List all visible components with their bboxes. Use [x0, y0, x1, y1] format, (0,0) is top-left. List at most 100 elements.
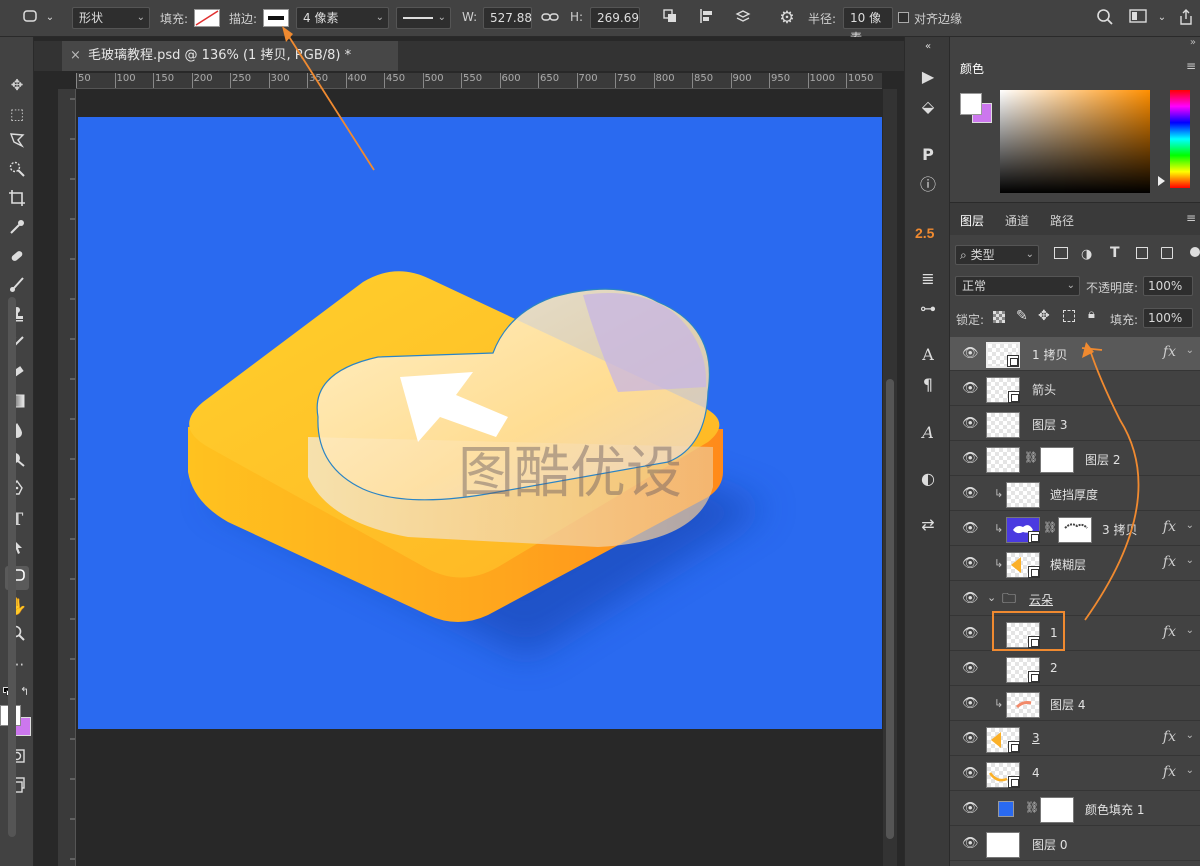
visibility-eye-icon[interactable]: 👁︎	[962, 346, 979, 361]
rounded-rectangle-tool-icon[interactable]	[20, 8, 40, 28]
layer-row[interactable]: 👁︎ ↳ ⛓︎ 3 拷贝 fx ⌄	[950, 512, 1200, 546]
character-icon[interactable]: A	[916, 343, 940, 367]
color-foreground-swatch[interactable]	[960, 93, 982, 115]
fill-swatch[interactable]	[194, 9, 220, 27]
gear-icon[interactable]: ⚙	[777, 8, 797, 28]
layer-row[interactable]: 👁︎ 1 fx ⌄	[950, 611, 1200, 651]
visibility-eye-icon[interactable]: 👁︎	[962, 486, 979, 501]
paragraph-style-icon[interactable]: P	[916, 143, 940, 167]
fill-color-thumbnail[interactable]	[998, 801, 1014, 817]
tool-preset-chevron-icon[interactable]: ⌄	[40, 8, 60, 28]
fx-icon[interactable]: fx	[1163, 729, 1176, 745]
layer-name[interactable]: 3	[1032, 731, 1040, 745]
tab-channels[interactable]: 通道	[1005, 212, 1029, 229]
filter-adjustment-icon[interactable]: ◑	[1081, 247, 1092, 262]
canvas-viewport[interactable]: 图酷优设	[76, 89, 882, 866]
stroke-type-select[interactable]: ⌄	[396, 7, 451, 29]
path-operations-icon[interactable]	[660, 8, 680, 28]
layer-row[interactable]: 👁︎ 1 拷贝 fx ⌄	[950, 337, 1200, 371]
fx-icon[interactable]: fx	[1163, 554, 1176, 570]
fill-input[interactable]: 100%	[1143, 308, 1193, 328]
collapse-icon[interactable]: «	[916, 35, 940, 59]
visibility-eye-icon[interactable]: 👁︎	[962, 801, 979, 816]
healing-brush-tool-icon[interactable]	[5, 247, 29, 271]
layer-mask-thumbnail[interactable]	[1040, 447, 1074, 473]
layer-name[interactable]: 图层 2	[1085, 451, 1120, 468]
hue-slider-marker-icon[interactable]	[1158, 176, 1165, 186]
fx-icon[interactable]: fx	[1163, 764, 1176, 780]
stroke-swatch[interactable]	[263, 9, 289, 27]
group-expand-chevron-icon[interactable]: ⌄	[987, 591, 996, 604]
document-tab[interactable]: × 毛玻璃教程.psd @ 136% (1 拷贝, RGB/8) *	[62, 41, 398, 71]
brush-settings-icon[interactable]: ≣	[916, 267, 940, 291]
workspace-chevron-icon[interactable]: ⌄	[1152, 8, 1172, 28]
visibility-eye-icon[interactable]: 👁︎	[962, 521, 979, 536]
layer-row[interactable]: 👁︎ ↳ 图层 4	[950, 687, 1200, 721]
mask-link-icon[interactable]: ⛓︎	[1024, 451, 1038, 464]
layer-name[interactable]: 1 拷贝	[1032, 346, 1067, 363]
color-field[interactable]	[1000, 90, 1150, 193]
tab-paths[interactable]: 路径	[1050, 212, 1074, 229]
share-icon[interactable]	[1176, 8, 1196, 28]
expand-effects-icon[interactable]: ⌄	[1186, 730, 1194, 741]
layer-name[interactable]: 颜色填充 1	[1085, 801, 1144, 818]
expand-effects-icon[interactable]: ⌄	[1186, 625, 1194, 636]
layer-name[interactable]: 图层 3	[1032, 416, 1067, 433]
visibility-eye-icon[interactable]: 👁︎	[962, 731, 979, 746]
layer-row[interactable]: 👁︎ 2	[950, 652, 1200, 686]
layer-name[interactable]: 云朵	[1029, 591, 1053, 608]
expand-effects-icon[interactable]: ⌄	[1186, 520, 1194, 531]
layer-row[interactable]: 👁︎ 图层 0	[950, 827, 1200, 861]
opacity-input[interactable]: 100%	[1143, 276, 1193, 296]
radius-input[interactable]: 10 像素	[843, 7, 893, 45]
filter-type-icon[interactable]: T	[1110, 245, 1120, 261]
layer-name[interactable]: 图层 4	[1050, 696, 1085, 713]
lock-image-icon[interactable]: ✎	[1016, 308, 1028, 324]
layer-mask-thumbnail[interactable]	[1058, 517, 1092, 543]
move-tool-icon[interactable]: ✥	[5, 73, 29, 97]
panel-menu-icon[interactable]: ≡	[1186, 211, 1196, 225]
tab-layers[interactable]: 图层	[960, 212, 984, 229]
layer-mask-thumbnail[interactable]	[1040, 797, 1074, 823]
layer-row[interactable]: 👁︎ 3 fx ⌄	[950, 722, 1200, 756]
lock-artboard-icon[interactable]	[1063, 310, 1075, 322]
blend-mode-select[interactable]: 正常 ⌄	[955, 276, 1080, 296]
visibility-eye-icon[interactable]: 👁︎	[962, 836, 979, 851]
visibility-eye-icon[interactable]: 👁︎	[962, 451, 979, 466]
path-alignment-icon[interactable]	[697, 8, 717, 28]
layer-row[interactable]: 👁︎ 箭头	[950, 372, 1200, 406]
lock-position-icon[interactable]: ✥	[1038, 308, 1050, 324]
expand-effects-icon[interactable]: ⌄	[1186, 555, 1194, 566]
visibility-eye-icon[interactable]: 👁︎	[962, 696, 979, 711]
height-input[interactable]: 269.69	[590, 7, 640, 29]
crop-tool-icon[interactable]	[5, 189, 29, 213]
adjustments-icon[interactable]: ⊶	[916, 297, 940, 321]
paragraph-icon[interactable]: ¶	[916, 373, 940, 397]
filter-toggle-icon[interactable]	[1190, 247, 1200, 257]
properties-icon[interactable]: ⇄	[916, 513, 940, 537]
path-arrangement-icon[interactable]	[733, 8, 753, 28]
fx-icon[interactable]: fx	[1163, 624, 1176, 640]
3d-cube-icon[interactable]: ⬙	[916, 95, 940, 119]
layer-filter-select[interactable]: ⌕ 类型 ⌄	[955, 245, 1039, 265]
collapse-panels-icon[interactable]: »	[1190, 37, 1196, 48]
visibility-eye-icon[interactable]: 👁︎	[962, 381, 979, 396]
layer-name[interactable]: 3 拷贝	[1102, 521, 1137, 538]
search-icon[interactable]	[1095, 8, 1115, 28]
mask-link-icon[interactable]: ⛓︎	[1043, 521, 1057, 534]
quick-selection-tool-icon[interactable]	[5, 160, 29, 184]
expand-effects-icon[interactable]: ⌄	[1186, 345, 1194, 356]
layer-name[interactable]: 1	[1050, 626, 1058, 640]
layer-name[interactable]: 图层 0	[1032, 836, 1067, 853]
layer-name[interactable]: 箭头	[1032, 381, 1056, 398]
vertical-scrollbar-thumb[interactable]	[886, 379, 894, 839]
info-icon[interactable]: ⓘ	[916, 173, 940, 197]
styles-icon[interactable]: ◐	[916, 467, 940, 491]
close-icon[interactable]: ×	[70, 41, 81, 71]
layer-name[interactable]: 2	[1050, 661, 1058, 675]
layer-row[interactable]: 👁︎ ↳ 模糊层 fx ⌄	[950, 547, 1200, 581]
visibility-eye-icon[interactable]: 👁︎	[962, 556, 979, 571]
hue-slider[interactable]	[1170, 90, 1190, 188]
visibility-eye-icon[interactable]: 👁︎	[962, 626, 979, 641]
lasso-tool-icon[interactable]	[5, 131, 29, 155]
